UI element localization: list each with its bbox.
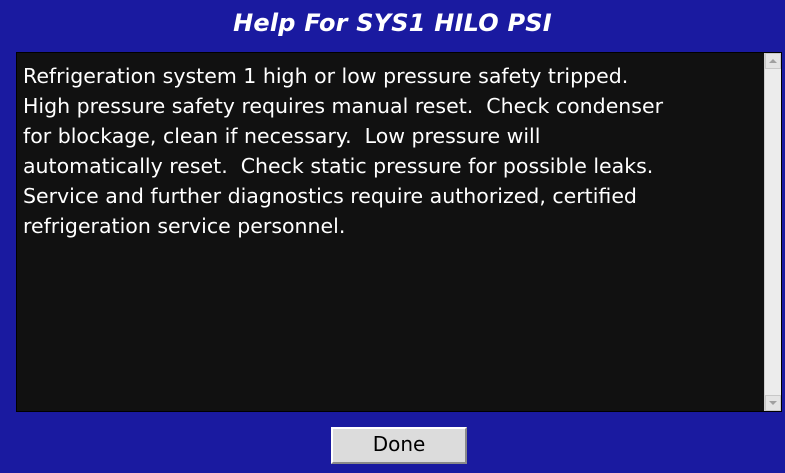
scroll-up-button[interactable] bbox=[765, 53, 781, 69]
help-text-panel: Refrigeration system 1 high or low press… bbox=[16, 52, 782, 412]
help-text: Refrigeration system 1 high or low press… bbox=[23, 64, 664, 238]
dialog-title: Help For SYS1 HILO PSI bbox=[233, 9, 552, 37]
scroll-down-button[interactable] bbox=[765, 395, 781, 411]
chevron-down-icon bbox=[769, 401, 777, 405]
help-dialog: Help For SYS1 HILO PSI Refrigeration sys… bbox=[0, 0, 785, 473]
vertical-scrollbar[interactable] bbox=[764, 53, 781, 411]
done-button[interactable]: Done bbox=[331, 427, 467, 464]
chevron-up-icon bbox=[769, 59, 777, 63]
